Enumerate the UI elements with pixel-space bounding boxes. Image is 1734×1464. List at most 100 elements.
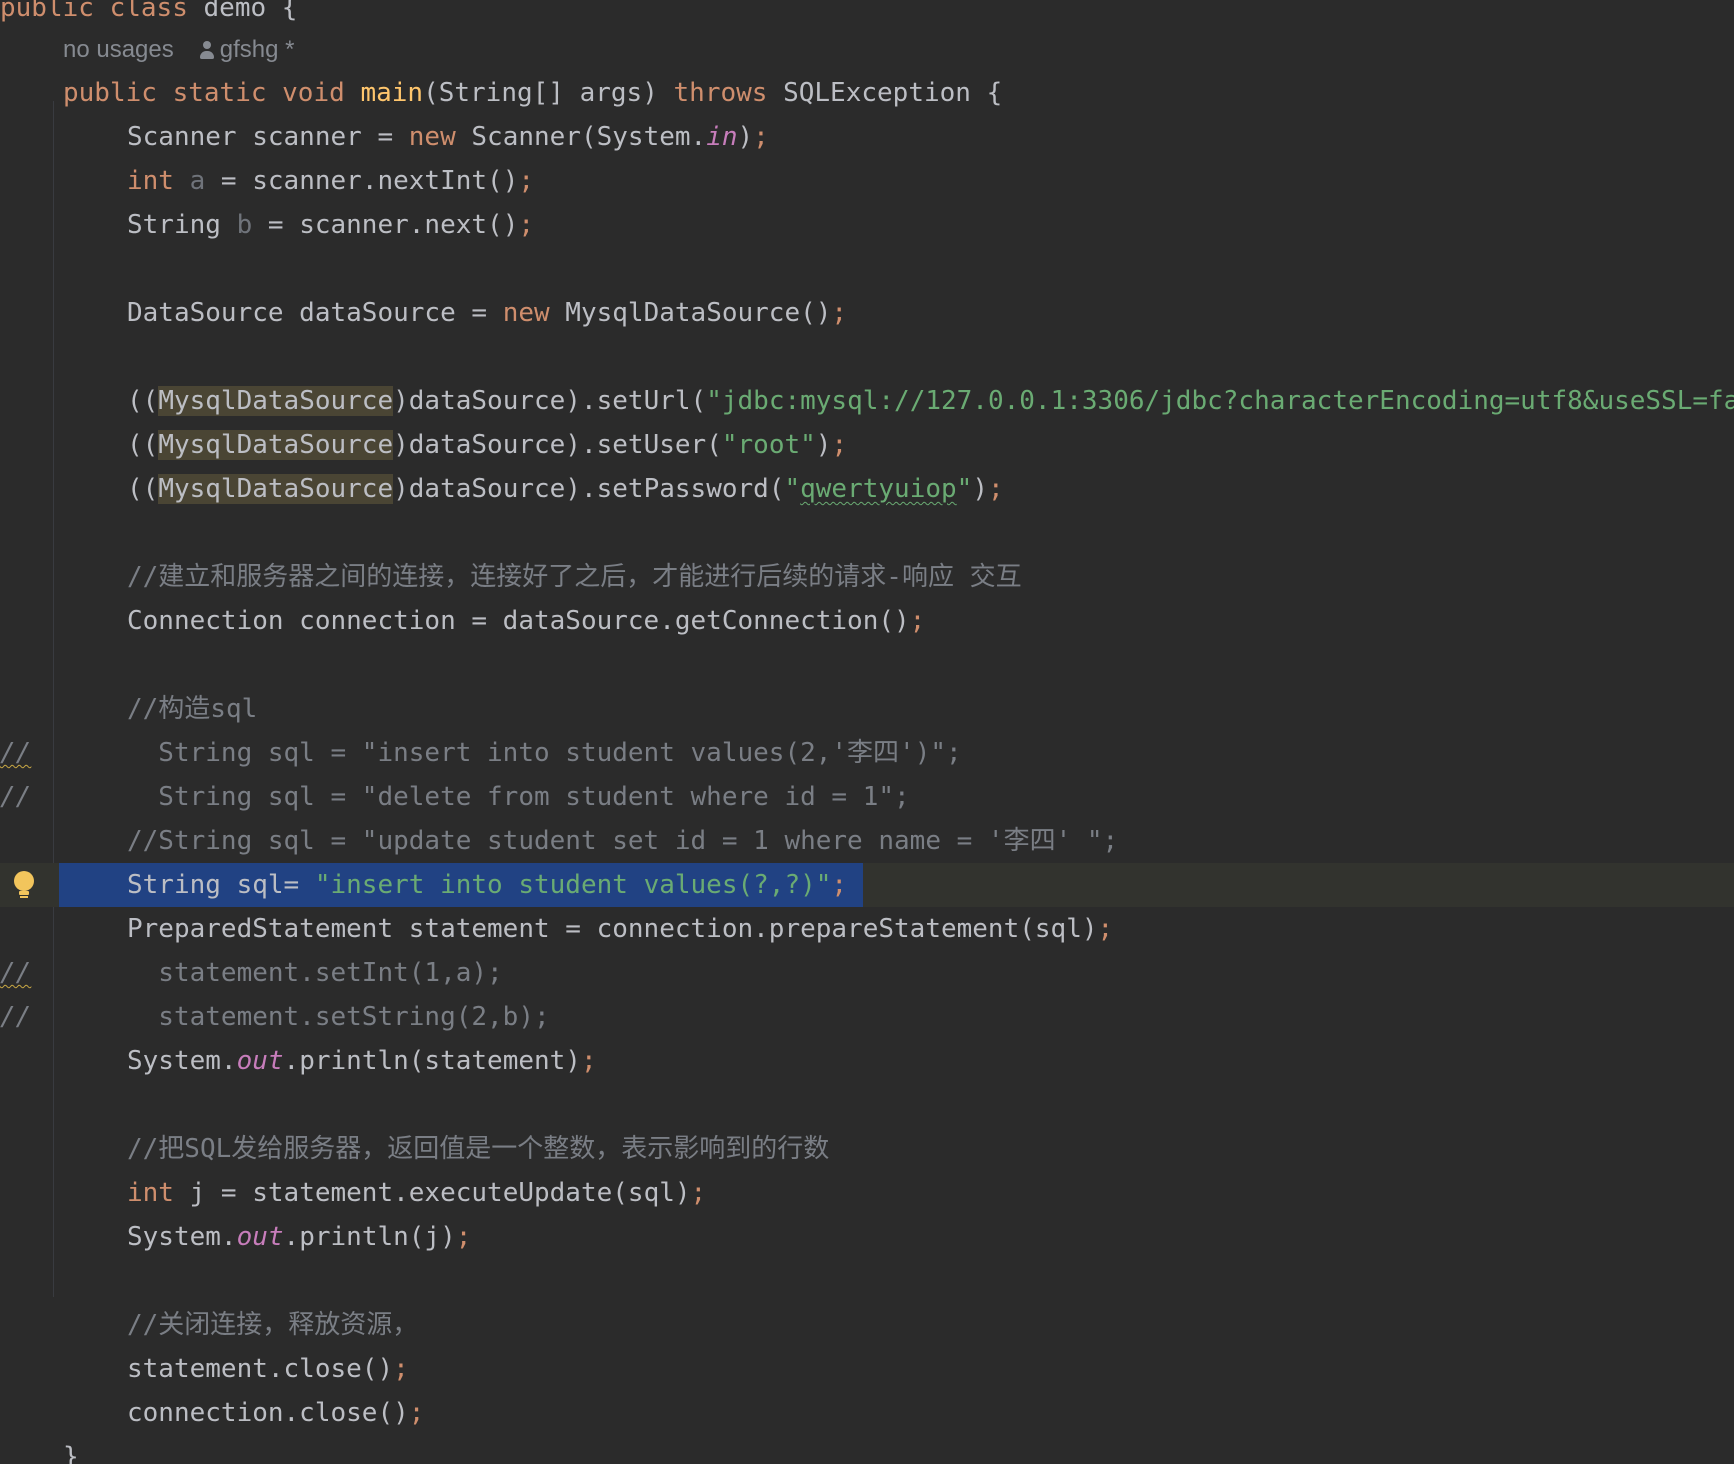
code-line-statement-close[interactable]: statement.close(); <box>0 1347 1734 1391</box>
static-field-in: in <box>706 122 738 152</box>
code-text: Connection connection = dataSource.getCo… <box>127 606 910 636</box>
code-text: Scanner scanner = <box>127 122 409 152</box>
code-line-comment-connect[interactable]: //建立和服务器之间的连接，连接好了之后，才能进行后续的请求-响应 交互 <box>0 555 1734 599</box>
code-text: System. <box>127 1222 237 1252</box>
code-text: ) <box>815 430 832 460</box>
keyword-int: int <box>127 1178 174 1208</box>
semicolon: ; <box>393 1354 409 1384</box>
code-line-set-user[interactable]: ((MysqlDataSource)dataSource).setUser("r… <box>0 423 1734 467</box>
code-line-comment-update[interactable]: //String sql = "update student set id = … <box>0 819 1734 863</box>
string-literal-insert: "insert into student values(?,?)" <box>314 870 832 900</box>
unused-variable-a: a <box>189 166 206 196</box>
keyword-public: public <box>0 0 94 23</box>
code-text: Scanner(System. <box>455 122 707 152</box>
open-brace: { <box>266 0 298 23</box>
code-comment: //建立和服务器之间的连接，连接好了之后，才能进行后续的请求-响应 交互 <box>127 562 1022 592</box>
semicolon: ; <box>987 474 1004 504</box>
code-line-int-a[interactable]: int a = scanner.nextInt(); <box>0 159 1734 203</box>
keyword-void: void <box>282 78 345 108</box>
code-line-scanner[interactable]: Scanner scanner = new Scanner(System.in)… <box>0 115 1734 159</box>
keyword-throws: throws <box>673 78 768 108</box>
code-text: String <box>127 210 237 240</box>
code-text: )dataSource).setPassword( <box>393 474 785 504</box>
code-text: DataSource dataSource = <box>127 298 503 328</box>
code-text: (( <box>127 474 159 504</box>
author-hint[interactable]: gfshg * <box>220 36 295 63</box>
code-line-prepared-statement[interactable]: PreparedStatement statement = connection… <box>0 907 1734 951</box>
code-line-commented-setstring[interactable]: // statement.setString(2,b); <box>0 995 1734 1039</box>
code-text: String sql= <box>127 870 315 900</box>
semicolon: ; <box>518 210 534 240</box>
semicolon: ; <box>690 1178 707 1208</box>
class-name: demo <box>203 0 267 23</box>
code-text: MysqlDataSource() <box>549 298 832 328</box>
code-line-class-decl[interactable]: public class demo { <box>0 0 1734 30</box>
static-field-out: out <box>236 1046 284 1076</box>
string-literal-root: "root" <box>721 430 816 460</box>
code-line-connection-close[interactable]: connection.close(); <box>0 1391 1734 1435</box>
semicolon: ; <box>831 870 848 900</box>
code-text: = scanner.nextInt() <box>205 166 519 196</box>
code-text: System. <box>127 1046 237 1076</box>
code-text: (( <box>127 430 159 460</box>
inlay-hint-line: no usages gfshg * <box>0 28 1734 72</box>
line-comment-marker: // <box>0 1002 32 1032</box>
redundant-cast-highlight[interactable]: MysqlDataSource <box>158 430 394 460</box>
code-line-string-b[interactable]: String b = scanner.next(); <box>0 203 1734 247</box>
code-text: ) <box>972 474 988 504</box>
keyword-new: new <box>408 122 456 152</box>
keyword-class: class <box>109 0 188 23</box>
code-text: j = statement.executeUpdate(sql) <box>173 1178 691 1208</box>
string-quote: " <box>956 474 973 504</box>
keyword-int: int <box>127 166 174 196</box>
keyword-static: static <box>172 78 267 108</box>
semicolon: ; <box>909 606 926 636</box>
code-text: (( <box>127 386 159 416</box>
code-text: )dataSource).setUser( <box>393 430 722 460</box>
code-line-connection[interactable]: Connection connection = dataSource.getCo… <box>0 599 1734 643</box>
closing-brace: } <box>63 1442 79 1464</box>
code-line-comment-sql[interactable]: //构造sql <box>0 687 1734 731</box>
string-literal-url: "jdbc:mysql://127.0.0.1:3306/jdbc?charac… <box>706 386 1734 416</box>
exception-type: SQLException { <box>767 78 1003 108</box>
code-comment: String sql = "insert into student values… <box>127 738 962 768</box>
code-line-set-url[interactable]: ((MysqlDataSource)dataSource).setUrl("jd… <box>0 379 1734 423</box>
code-editor[interactable]: public class demo { no usages gfshg * pub… <box>0 0 1734 1464</box>
code-line-main-signature[interactable]: public static void main(String[] args) t… <box>0 71 1734 115</box>
code-line-datasource[interactable]: DataSource dataSource = new MysqlDataSou… <box>0 291 1734 335</box>
code-text: = scanner.next() <box>252 210 519 240</box>
code-line-comment-send[interactable]: //把SQL发给服务器，返回值是一个整数，表示影响到的行数 <box>0 1127 1734 1171</box>
redundant-cast-highlight[interactable]: MysqlDataSource <box>158 474 394 504</box>
semicolon: ; <box>455 1222 472 1252</box>
method-name-main: main <box>360 78 424 108</box>
code-line-commented-insert[interactable]: // String sql = "insert into student val… <box>0 731 1734 775</box>
code-line-comment-close[interactable]: //关闭连接，释放资源， <box>0 1303 1734 1347</box>
keyword-new: new <box>502 298 550 328</box>
static-field-out: out <box>236 1222 284 1252</box>
unused-variable-b: b <box>236 210 253 240</box>
code-text: PreparedStatement statement = connection… <box>127 914 1098 944</box>
code-line-set-password[interactable]: ((MysqlDataSource)dataSource).setPasswor… <box>0 467 1734 511</box>
code-comment: String sql = "delete from student where … <box>127 782 910 812</box>
code-line-sql-current[interactable]: String sql= "insert into student values(… <box>0 863 1734 907</box>
code-line-commented-setint[interactable]: // statement.setInt(1,a); <box>0 951 1734 995</box>
code-line-commented-delete[interactable]: // String sql = "delete from student whe… <box>0 775 1734 819</box>
code-line-int-j[interactable]: int j = statement.executeUpdate(sql); <box>0 1171 1734 1215</box>
redundant-cast-highlight[interactable]: MysqlDataSource <box>158 386 394 416</box>
lightbulb-icon[interactable] <box>14 871 34 899</box>
code-line-closing-brace[interactable]: } <box>0 1435 1734 1464</box>
code-line-println-statement[interactable]: System.out.println(statement); <box>0 1039 1734 1083</box>
code-comment: //String sql = "update student set id = … <box>127 826 1119 856</box>
usages-hint[interactable]: no usages <box>63 36 174 63</box>
code-text: .println(j) <box>283 1222 456 1252</box>
person-icon <box>199 41 214 59</box>
semicolon: ; <box>1097 914 1114 944</box>
code-line-println-j[interactable]: System.out.println(j); <box>0 1215 1734 1259</box>
typo-underlined-password[interactable]: qwertyuiop <box>800 474 957 504</box>
code-comment: //把SQL发给服务器，返回值是一个整数，表示影响到的行数 <box>127 1134 830 1164</box>
code-comment: statement.setInt(1,a); <box>127 958 503 988</box>
code-text: .println(statement) <box>283 1046 581 1076</box>
string-quote: " <box>784 474 801 504</box>
line-comment-marker: // <box>0 958 32 988</box>
